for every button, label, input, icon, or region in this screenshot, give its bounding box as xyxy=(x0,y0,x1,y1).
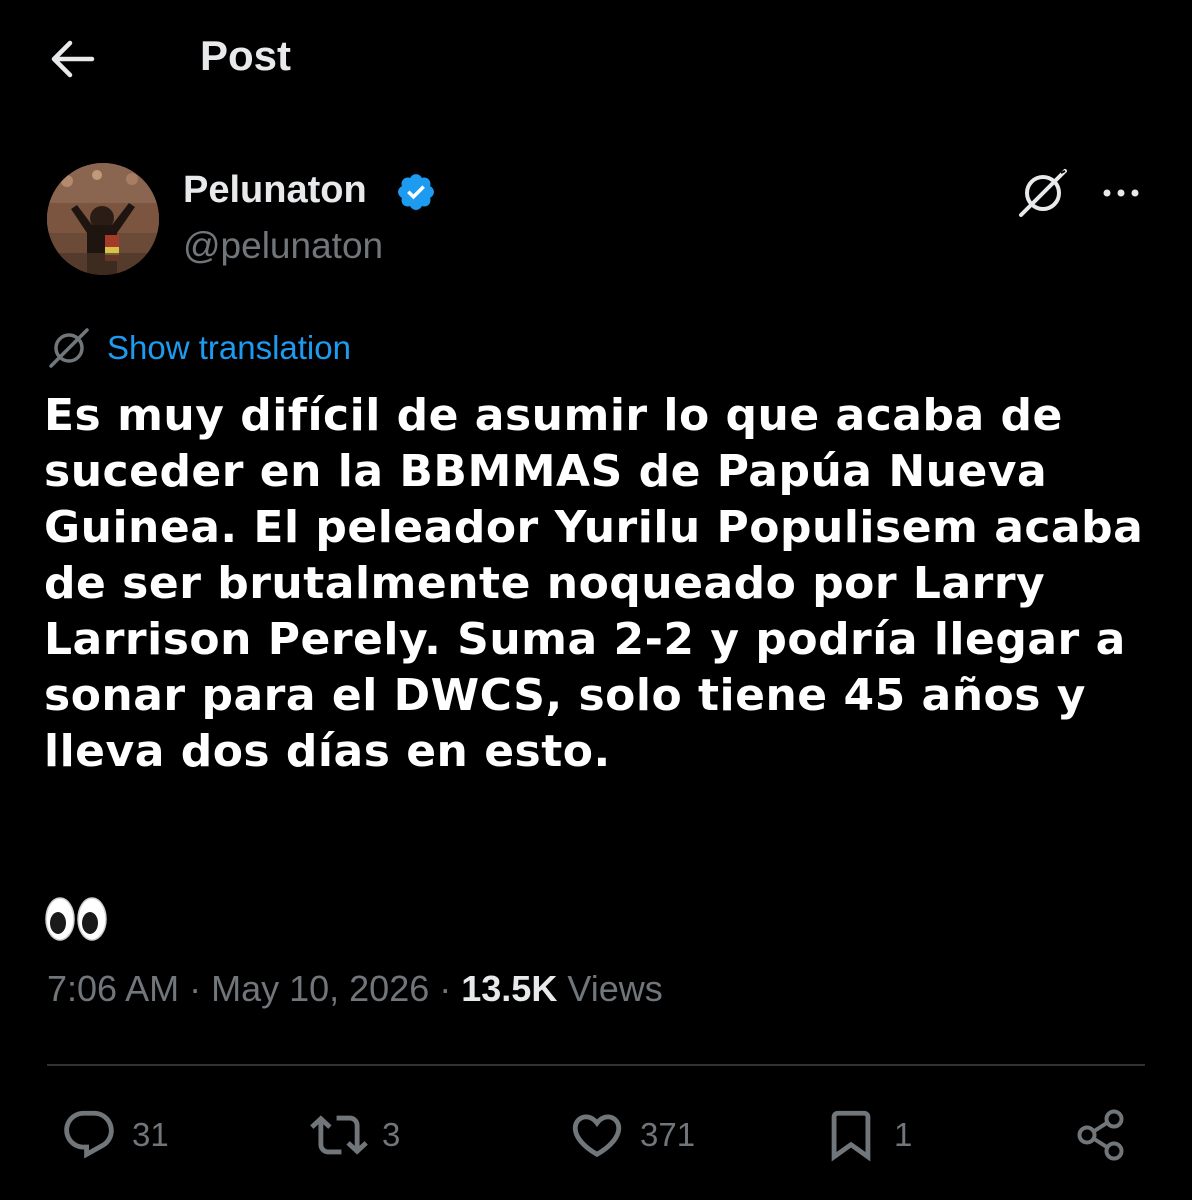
reply-icon xyxy=(64,1110,114,1159)
more-horizontal-icon xyxy=(1103,189,1139,197)
post-meta: 7:06 AM · May 10, 2026 · 13.5K Views xyxy=(47,968,663,1010)
views-count: 13.5K xyxy=(461,968,558,1009)
display-name[interactable]: Pelunaton xyxy=(183,169,367,212)
action-bar: 31 3 371 1 xyxy=(0,1100,1192,1170)
reply-count: 31 xyxy=(132,1116,169,1153)
divider xyxy=(47,1064,1145,1066)
repost-button[interactable]: 3 xyxy=(310,1100,400,1170)
post-author: Pelunaton @pelunaton xyxy=(47,163,1147,278)
avatar-image xyxy=(47,163,159,275)
show-translation-label: Show translation xyxy=(107,329,351,366)
eyes-emoji-icon xyxy=(45,897,107,941)
views-label: Views xyxy=(567,968,663,1009)
meta-separator: · xyxy=(179,968,212,1009)
grok-icon xyxy=(49,328,89,368)
repost-count: 3 xyxy=(382,1116,401,1153)
bookmark-count: 1 xyxy=(894,1116,913,1153)
like-count: 371 xyxy=(640,1116,696,1153)
post-time[interactable]: 7:06 AM xyxy=(47,968,179,1009)
repost-icon xyxy=(310,1115,368,1155)
like-button[interactable]: 371 xyxy=(568,1100,695,1170)
heart-icon xyxy=(572,1114,622,1158)
share-icon xyxy=(1077,1109,1124,1161)
bookmark-button[interactable]: 1 xyxy=(822,1100,912,1170)
grok-icon xyxy=(1019,169,1067,217)
more-options-button[interactable] xyxy=(1099,173,1143,213)
verified-badge-icon xyxy=(398,174,434,210)
post-text: Es muy difícil de asumir lo que acaba de… xyxy=(44,390,1144,777)
share-button[interactable] xyxy=(1074,1100,1130,1170)
post-date[interactable]: May 10, 2026 xyxy=(211,968,429,1009)
show-translation-button[interactable]: Show translation xyxy=(47,326,351,370)
avatar[interactable] xyxy=(47,163,159,275)
arrow-left-icon xyxy=(51,40,95,78)
back-button[interactable] xyxy=(46,34,100,84)
user-handle[interactable]: @pelunaton xyxy=(183,225,383,267)
reply-button[interactable]: 31 xyxy=(60,1100,169,1170)
top-bar: Post xyxy=(0,0,1192,120)
page-title: Post xyxy=(200,32,292,79)
meta-separator: · xyxy=(429,968,462,1009)
bookmark-icon xyxy=(831,1110,871,1162)
grok-button[interactable] xyxy=(1015,165,1071,221)
